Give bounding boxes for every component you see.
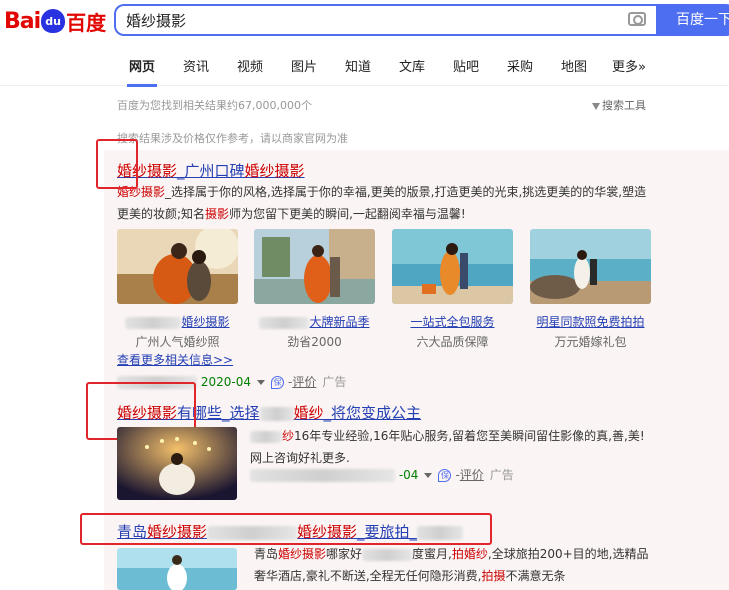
desc-text: 哪家好 xyxy=(326,547,363,561)
thumb-sub-3: 六大品质保障 xyxy=(416,335,489,349)
search-tools[interactable]: 搜索工具 xyxy=(592,97,646,113)
thumb-title-text: 婚纱摄影 xyxy=(181,315,230,329)
ad-label: 广告 xyxy=(322,375,347,389)
tab-tieba[interactable]: 贴吧 xyxy=(453,56,479,75)
desc-text: 不满意无条 xyxy=(505,569,566,583)
blurred-text xyxy=(259,316,310,329)
camera-icon[interactable] xyxy=(628,12,646,26)
blurred-url xyxy=(250,469,395,482)
title-text: _将您变成公主 xyxy=(323,404,422,422)
thumb-title-3[interactable]: 一站式全包服务 xyxy=(392,313,513,330)
thumb-title-1[interactable]: 婚纱摄影 xyxy=(117,313,238,330)
tab-more[interactable]: 更多» xyxy=(612,56,646,75)
result1-description: 婚纱摄影_选择属于你的风格,选择属于你的幸福,更美的版景,打造更美的光束,挑选更… xyxy=(117,181,657,225)
logo-text-latin: Bai xyxy=(4,8,41,34)
blurred-text xyxy=(362,548,413,561)
tab-news[interactable]: 资讯 xyxy=(183,56,209,75)
tab-web[interactable]: 网页 xyxy=(126,56,158,87)
thumb-title-text: 大牌新品季 xyxy=(309,315,370,329)
thumb-sub-4: 万元婚嫁礼包 xyxy=(554,335,627,349)
result2-photo[interactable] xyxy=(117,427,237,500)
thumb-sub-2: 劲省2000 xyxy=(287,335,342,349)
thumb-photo-3[interactable] xyxy=(392,229,513,304)
search-tools-label: 搜索工具 xyxy=(602,99,646,112)
shield-icon[interactable]: 保 xyxy=(438,469,452,482)
title-text: _广州口碑 xyxy=(177,162,245,180)
thumb-title-2[interactable]: 大牌新品季 xyxy=(254,313,375,330)
chevron-down-icon[interactable] xyxy=(424,473,433,478)
blurred-text xyxy=(259,406,294,421)
tab-images[interactable]: 图片 xyxy=(291,56,317,75)
tab-video[interactable]: 视频 xyxy=(237,56,263,75)
result3-photo[interactable] xyxy=(117,548,237,590)
desc-text: 16年专业经验,16年贴心服务,留着您至美瞬间留住影像的真,善,美!网上咨询好礼… xyxy=(250,429,645,465)
header: Bai du 百度 百度一下 xyxy=(0,0,729,44)
tab-map[interactable]: 地图 xyxy=(561,56,587,75)
tab-wenku[interactable]: 文库 xyxy=(399,56,425,75)
result2-date: -04 xyxy=(398,468,419,482)
desc-text: 青岛 xyxy=(254,547,279,561)
desc-keyword: 拍婚纱 xyxy=(451,547,488,561)
result3-description: 青岛婚纱摄影哪家好 度蜜月,拍婚纱,全球旅拍200+目的地,选精品奢华酒店,豪礼不… xyxy=(254,543,654,587)
logo-text-cn: 百度 xyxy=(66,10,107,35)
paw-icon: du xyxy=(41,9,66,33)
thumb-sub-1: 广州人气婚纱照 xyxy=(135,335,220,349)
baidu-logo[interactable]: Bai du 百度 xyxy=(4,6,106,36)
search-button[interactable]: 百度一下 xyxy=(656,4,729,36)
blurred-text xyxy=(125,316,182,329)
tab-purchase[interactable]: 采购 xyxy=(507,56,533,75)
thumb-photo-4[interactable] xyxy=(530,229,651,304)
search-tabs: 网页 资讯 视频 图片 知道 文库 贴吧 采购 地图 更多» xyxy=(0,44,729,87)
price-disclaimer: 搜索结果涉及价格仅作参考，请以商家官网为准 xyxy=(117,132,348,145)
desc-text: 度蜜月, xyxy=(412,547,452,561)
result1-date: 2020-04 xyxy=(200,375,251,389)
chevron-down-icon[interactable] xyxy=(256,380,265,385)
blurred-text xyxy=(250,430,282,443)
result2-meta: -04 保 -评价 广告 xyxy=(250,466,514,483)
ad-label: 广告 xyxy=(489,468,514,482)
tab-zhidao[interactable]: 知道 xyxy=(345,56,371,75)
shield-icon[interactable]: 保 xyxy=(270,376,284,389)
title-keyword: 婚纱 xyxy=(293,404,324,422)
result1-title[interactable]: 婚纱摄影_广州口碑婚纱摄影 xyxy=(117,160,305,181)
eval-link[interactable]: 评价 xyxy=(292,375,316,389)
title-keyword: 婚纱摄影 xyxy=(244,162,305,180)
filter-icon xyxy=(592,102,600,110)
desc-keyword: 婚纱摄影 xyxy=(278,547,327,561)
desc-keyword: 摄影 xyxy=(205,207,230,221)
desc-text: 师为您留下更美的瞬间,一起翻阅幸福与温馨! xyxy=(229,207,466,221)
result2-description: 纱16年专业经验,16年贴心服务,留着您至美瞬间留住影像的真,善,美!网上咨询好… xyxy=(250,425,650,469)
search-box xyxy=(114,4,656,36)
search-input[interactable] xyxy=(126,6,606,34)
result-count: 百度为您找到相关结果约67,000,000个 xyxy=(117,99,312,112)
annotation-box xyxy=(80,513,492,545)
desc-keyword: 纱 xyxy=(282,429,295,443)
more-info-link[interactable]: 查看更多相关信息>> xyxy=(117,351,233,368)
eval-link[interactable]: 评价 xyxy=(460,468,484,482)
annotation-box xyxy=(96,139,138,189)
desc-keyword: 拍摄 xyxy=(481,569,506,583)
thumb-photo-1[interactable] xyxy=(117,229,238,304)
thumb-photo-2[interactable] xyxy=(254,229,375,304)
thumb-title-4[interactable]: 明星同款照免费拍拍 xyxy=(528,313,653,330)
